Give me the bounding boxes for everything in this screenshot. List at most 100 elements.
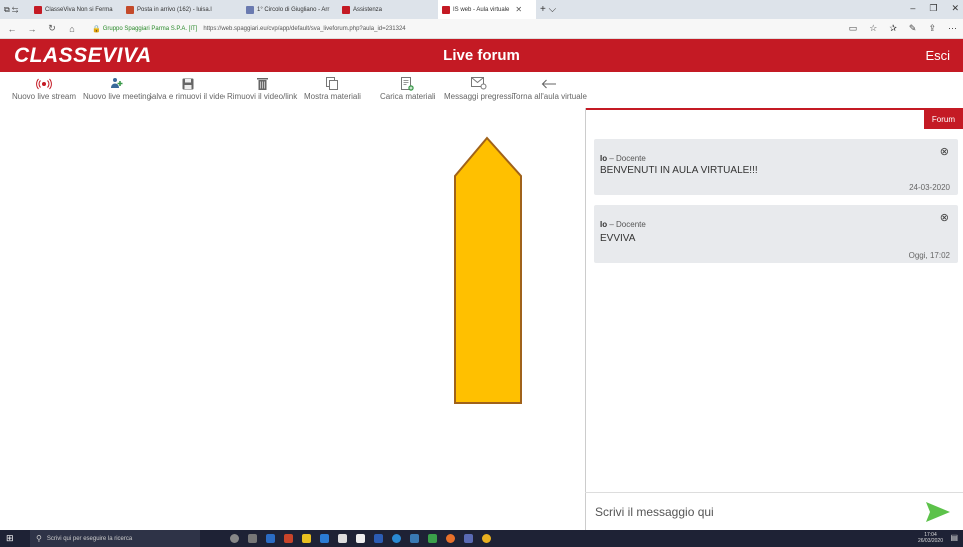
skype-icon[interactable] — [392, 534, 401, 543]
share-icon[interactable]: ⇪ — [928, 23, 936, 34]
meeting-icon — [110, 75, 124, 92]
document-icon[interactable] — [356, 534, 365, 543]
edge-icon[interactable] — [266, 534, 275, 543]
more-icon[interactable]: ⋯ — [948, 23, 957, 34]
close-tab-icon[interactable]: ✕ — [515, 5, 522, 14]
app-header: CLASSEVIVA Live forum Esci — [0, 39, 963, 72]
forward-icon[interactable]: → — [24, 24, 40, 34]
window-controls: – ❐ ✕ — [910, 3, 959, 14]
trash-icon — [256, 75, 268, 92]
mail-icon — [470, 75, 487, 92]
store-icon[interactable] — [338, 534, 347, 543]
mail-app-icon[interactable] — [320, 534, 329, 543]
windows-start-icon[interactable]: ⊞ — [6, 533, 22, 544]
browser-tab-classeviva[interactable]: ClasseViva Non si Ferma — [30, 0, 122, 19]
toolbar-label: Torna all'aula virtuale — [512, 92, 587, 101]
toolbar-label: Nuovo live stream — [12, 92, 77, 101]
toolbar-label: Carica materiali — [380, 92, 436, 101]
minimize-icon[interactable]: – — [910, 3, 915, 14]
browser-tab-aula-virtuale[interactable]: IS web - Aula virtuale ✕ — [438, 0, 536, 19]
save-icon — [182, 75, 194, 92]
upload-doc-icon — [401, 75, 414, 92]
browser-tab-assistenza[interactable]: Assistenza — [338, 0, 438, 19]
back-to-virtual-classroom-button[interactable]: Torna all'aula virtuale — [512, 75, 587, 101]
home-icon[interactable]: ⌂ — [64, 24, 80, 34]
favorites-icon[interactable]: ✰ — [889, 23, 897, 34]
send-icon[interactable] — [925, 501, 951, 523]
active-app-icon[interactable] — [410, 534, 419, 543]
save-remove-video-button[interactable]: Salva e rimuovi il video — [150, 75, 225, 101]
tab-label: ClasseViva Non si Ferma — [45, 6, 113, 13]
close-window-icon[interactable]: ✕ — [951, 3, 959, 14]
refresh-icon[interactable]: ↻ — [44, 23, 60, 34]
tab-label: IS web - Aula virtuale — [453, 6, 510, 13]
tab-label: 1° Circolo di Giugliano - Arr — [257, 6, 330, 13]
site-identity[interactable]: Gruppo Spaggiari Parma S.P.A. [IT] — [103, 26, 198, 32]
cortana-icon[interactable] — [230, 534, 239, 543]
folder-icon[interactable] — [302, 534, 311, 543]
delete-message-icon[interactable]: ⊗ — [940, 145, 949, 158]
message-text: EVVIVA — [600, 233, 636, 244]
toolbar-label: Nuovo live meeting — [83, 92, 152, 101]
chrome-icon[interactable] — [482, 534, 491, 543]
toolbar-label: Rimuovi il video/link — [227, 92, 298, 101]
browser-tab-posta[interactable]: Posta in arrivo (162) - luisa.l — [122, 0, 242, 19]
taskbar-search[interactable]: ⚲ Scrivi qui per eseguire la ricerca — [30, 530, 200, 547]
toolbar: Nuovo live stream Nuovo live meeting Sal… — [0, 72, 600, 112]
message-author: Io – Docente — [600, 220, 646, 229]
reading-view-icon[interactable]: ▭ — [849, 23, 858, 34]
exit-button[interactable]: Esci — [925, 48, 950, 63]
search-placeholder: Scrivi qui per eseguire la ricerca — [46, 535, 133, 542]
show-materials-button[interactable]: Mostra materiali — [304, 75, 361, 101]
forum-message: Io – Docente BENVENUTI IN AULA VIRTUALE!… — [594, 139, 958, 195]
message-date: 24-03-2020 — [909, 183, 950, 192]
author-role: Docente — [616, 220, 646, 229]
task-view-icon[interactable] — [248, 534, 257, 543]
address-bar: ← → ↻ ⌂ 🔒 Gruppo Spaggiari Parma S.P.A. … — [0, 19, 963, 39]
maximize-icon[interactable]: ❐ — [929, 3, 937, 14]
copy-icon — [326, 75, 339, 92]
message-text: BENVENUTI IN AULA VIRTUALE!!! — [600, 165, 758, 176]
author-role: Docente — [616, 154, 646, 163]
new-live-meeting-button[interactable]: Nuovo live meeting — [83, 75, 151, 101]
delete-message-icon[interactable]: ⊗ — [940, 211, 949, 224]
new-tab-icon[interactable]: + ⌵ — [536, 0, 560, 19]
previous-messages-button[interactable]: Messaggi pregressi — [444, 75, 513, 101]
message-input[interactable]: Scrivi il messaggio qui — [595, 505, 714, 519]
browser-tab-strip: ⧉ ⇆ ClasseViva Non si Ferma Posta in arr… — [0, 0, 963, 19]
mail-favicon-icon — [126, 5, 134, 14]
message-author: Io – Docente — [600, 154, 646, 163]
new-live-stream-button[interactable]: Nuovo live stream — [12, 75, 76, 101]
classeviva-logo[interactable]: CLASSEVIVA — [14, 44, 152, 68]
lock-icon: 🔒 — [92, 25, 101, 33]
classeviva-favicon-icon — [442, 5, 450, 14]
taskbar-clock[interactable]: 17:04 26/03/2020 — [918, 532, 943, 544]
app-icon[interactable] — [464, 534, 473, 543]
forum-divider — [586, 108, 963, 110]
upload-materials-button[interactable]: Carica materiali — [380, 75, 436, 101]
firefox-icon[interactable] — [446, 534, 455, 543]
back-icon[interactable]: ← — [4, 24, 20, 34]
excel-icon[interactable] — [428, 534, 437, 543]
tab-actions-icon[interactable]: ⧉ ⇆ — [0, 0, 30, 19]
forum-tab[interactable]: Forum — [923, 110, 963, 129]
forum-message: Io – Docente EVVIVA Oggi, 17:02 ⊗ — [594, 205, 958, 263]
pen-icon[interactable]: ✎ — [909, 23, 917, 34]
url-field[interactable]: https://web.spaggiari.eu/cvp/app/default… — [203, 26, 405, 32]
search-icon: ⚲ — [36, 534, 42, 543]
annotation-arrow — [454, 136, 522, 404]
notification-icon[interactable]: ▤ — [950, 533, 958, 542]
powerpoint-icon[interactable] — [284, 534, 293, 543]
back-arrow-icon — [541, 75, 557, 92]
classeviva-favicon-icon — [342, 5, 350, 14]
remove-video-link-button[interactable]: Rimuovi il video/link — [227, 75, 297, 101]
browser-actions: ▭ ☆ ✰ ✎ ⇪ ⋯ — [849, 23, 957, 34]
classeviva-favicon-icon — [34, 5, 42, 14]
taskbar-apps — [230, 534, 491, 543]
school-favicon-icon — [246, 5, 254, 14]
windows-taskbar: ⊞ ⚲ Scrivi qui per eseguire la ricerca 1… — [0, 530, 963, 547]
browser-tab-circolo[interactable]: 1° Circolo di Giugliano - Arr — [242, 0, 338, 19]
favorite-star-icon[interactable]: ☆ — [869, 23, 877, 34]
tab-label: Posta in arrivo (162) - luisa.l — [137, 6, 212, 13]
word-icon[interactable] — [374, 534, 383, 543]
